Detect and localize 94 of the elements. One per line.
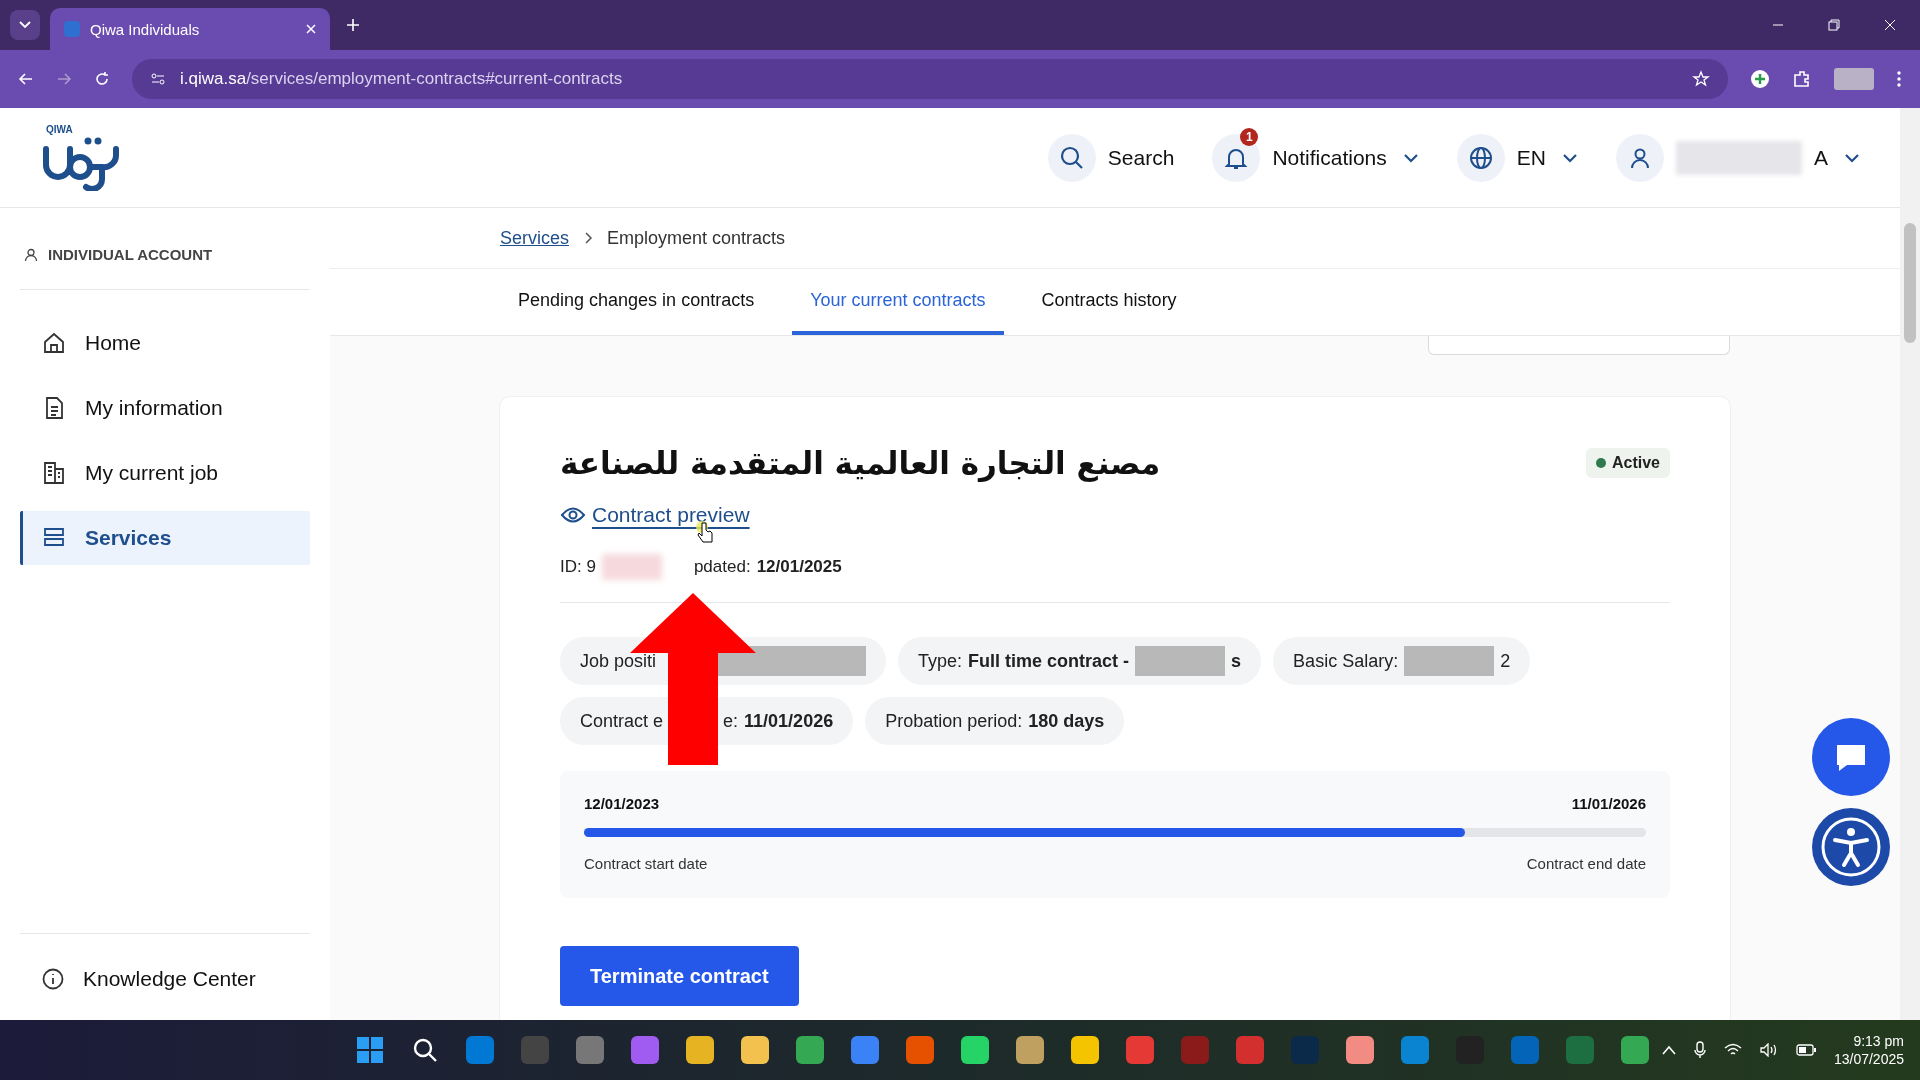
site-settings-icon[interactable] <box>150 71 166 87</box>
close-icon[interactable] <box>306 24 316 34</box>
home-icon <box>41 330 67 356</box>
chevron-down-icon <box>1562 152 1578 163</box>
search-button[interactable]: Search <box>1047 133 1175 182</box>
battery-icon[interactable] <box>1795 1044 1816 1056</box>
user-menu-button[interactable]: A <box>1616 133 1860 182</box>
chip-label: e: <box>723 710 739 732</box>
meta-value: 12/01/2025 <box>756 557 842 577</box>
globe-icon <box>1468 145 1493 170</box>
app-icon[interactable] <box>1346 1036 1374 1064</box>
user-icon <box>24 247 38 262</box>
forward-icon[interactable] <box>56 71 72 87</box>
app-icon[interactable] <box>851 1036 879 1064</box>
building-icon <box>41 460 67 486</box>
tab-title: Qiwa Individuals <box>90 20 200 38</box>
sidebar-item[interactable]: Services <box>20 511 310 565</box>
app-icon[interactable] <box>1016 1036 1044 1064</box>
chip-label: Job positi <box>580 650 657 672</box>
url-text: i.qiwa.sa/services/employment-contracts#current-contracts <box>180 69 623 89</box>
sidebar-item[interactable]: My current job <box>20 446 310 500</box>
logo-text: QIWA <box>46 124 73 135</box>
reload-icon[interactable] <box>94 71 110 87</box>
puzzle-icon[interactable] <box>1792 69 1812 89</box>
app-icon[interactable] <box>796 1036 824 1064</box>
app-icon[interactable] <box>961 1036 989 1064</box>
notifications-button[interactable]: Notifications <box>1272 145 1419 170</box>
contract-title: مصنع التجارة العالمية المتقدمة للصناعة <box>560 445 1161 481</box>
start-label: Contract start date <box>584 855 708 872</box>
contract-preview-link[interactable]: Contract preview <box>560 503 750 527</box>
start-icon[interactable] <box>356 1036 384 1064</box>
end-label: Contract end date <box>1526 855 1646 872</box>
app-icon[interactable] <box>906 1036 934 1064</box>
logo-icon[interactable] <box>40 135 122 191</box>
chip-value: s <box>1231 650 1242 672</box>
app-icon[interactable] <box>631 1036 659 1064</box>
meta-text: ID: 9 <box>560 557 596 577</box>
address-bar[interactable]: i.qiwa.sa/services/employment-contracts#current-contracts <box>132 59 1728 99</box>
contracts-tab[interactable]: Contracts history <box>1023 269 1195 335</box>
knowledge-center-link[interactable]: Knowledge Center <box>20 952 310 1006</box>
app-icon[interactable] <box>1071 1036 1099 1064</box>
chip-label: Contract e <box>580 710 664 732</box>
chip-label: Type: <box>918 650 963 672</box>
contracts-tab[interactable]: Pending changes in contracts <box>500 269 773 335</box>
speaker-icon[interactable] <box>1759 1043 1778 1057</box>
eye-icon <box>560 506 586 524</box>
chip-label: Basic Salary: <box>1293 650 1399 672</box>
filter-field[interactable] <box>1428 336 1730 355</box>
meta-text: pdated: <box>693 557 751 577</box>
chevron-icon <box>583 232 594 244</box>
app-icon[interactable] <box>741 1036 769 1064</box>
sidebar-item[interactable]: My information <box>20 381 310 435</box>
close-icon[interactable] <box>1884 19 1896 31</box>
app-icon[interactable] <box>1621 1036 1649 1064</box>
chip-value: 11/01/2026 <box>744 710 834 732</box>
end-date: 11/01/2026 <box>1571 795 1646 812</box>
chip-label: Probation period: <box>885 710 1023 732</box>
breadcrumb-current: Employment contracts <box>607 227 786 249</box>
chevron-down-icon <box>1844 152 1860 163</box>
notification-count: 1 <box>1240 127 1259 146</box>
new-tab-icon[interactable] <box>346 18 360 32</box>
sidebar-item[interactable]: Home <box>20 316 310 370</box>
chevron-up-icon[interactable] <box>1661 1045 1676 1055</box>
wifi-icon[interactable] <box>1723 1043 1742 1057</box>
microphone-icon[interactable] <box>1693 1041 1706 1059</box>
chip-value: 180 days <box>1028 710 1105 732</box>
chip-value: Full time contract - <box>968 650 1130 672</box>
scrollbar[interactable] <box>1900 108 1920 1020</box>
clock-date[interactable]: 13/07/2025 <box>1833 1051 1904 1067</box>
chevron-down-icon <box>1402 152 1419 163</box>
accessibility-icon <box>1819 815 1883 879</box>
start-date: 12/01/2023 <box>584 795 660 812</box>
clock-time[interactable]: 9:13 pm <box>1853 1033 1904 1049</box>
site-icon <box>64 21 80 37</box>
account-label: INDIVIDUAL ACCOUNT <box>48 246 213 263</box>
terminate-button[interactable]: Terminate contract <box>560 946 799 1006</box>
restore-icon[interactable] <box>1828 19 1840 31</box>
language-button[interactable]: EN <box>1456 133 1578 182</box>
status-badge: Active <box>1585 448 1670 478</box>
tab-list-button[interactable] <box>10 10 40 40</box>
menu-icon[interactable] <box>1896 70 1902 88</box>
chip-label: 2 <box>1500 650 1511 672</box>
contracts-tab[interactable]: Your current contracts <box>792 269 1004 335</box>
extension-icon[interactable] <box>1750 69 1770 89</box>
info-icon <box>41 967 65 991</box>
app-icon[interactable] <box>686 1036 714 1064</box>
chevron-down-icon <box>19 21 31 29</box>
browser-tab[interactable]: Qiwa Individuals <box>50 8 330 50</box>
breadcrumb-link[interactable]: Services <box>500 227 570 249</box>
redaction <box>601 554 662 580</box>
back-icon[interactable] <box>18 71 34 87</box>
search-icon <box>1058 144 1085 171</box>
search-icon[interactable] <box>411 1036 439 1064</box>
bookmark-star-icon[interactable] <box>1692 70 1710 88</box>
